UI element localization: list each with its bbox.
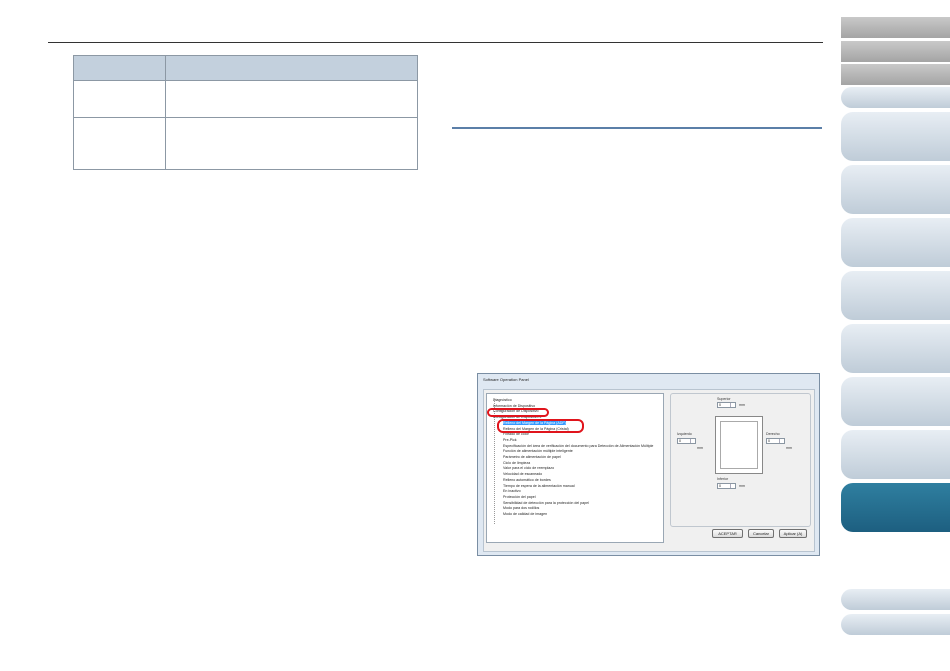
right-label: Derecho	[766, 432, 780, 436]
table-header-row	[73, 55, 418, 81]
table-cell	[165, 117, 418, 170]
bottom-unit: mm	[739, 484, 745, 488]
table-header-cell	[165, 55, 418, 81]
nav-tab-2[interactable]	[841, 41, 950, 62]
nav-tab-9[interactable]	[841, 324, 950, 373]
tree-item-setting[interactable]: Sensibilidad de detección para la protec…	[503, 501, 589, 505]
tree-item-category[interactable]: Diagnóstico	[493, 398, 512, 402]
software-operation-panel-window: Software Operation Panel Diagnóstico Info…	[477, 373, 820, 556]
tree-item-setting[interactable]: En inactivo	[503, 489, 521, 493]
window-body: Diagnóstico Información de Dispositivo Con…	[483, 389, 815, 552]
page-margin-outline	[720, 421, 758, 469]
table-row	[73, 117, 418, 170]
nav-tab-10[interactable]	[841, 377, 950, 426]
left-label: Izquierdo	[677, 432, 692, 436]
tree-item-setting[interactable]: Función de alimentación múltiple intelig…	[503, 449, 573, 453]
highlight-box-children	[497, 419, 584, 433]
nav-tab-5[interactable]	[841, 112, 950, 161]
top-margin-input[interactable]: 0	[717, 402, 736, 408]
window-title: Software Operation Panel	[483, 377, 529, 382]
nav-tab-11[interactable]	[841, 430, 950, 479]
tree-item-setting[interactable]: Pre-Pick	[503, 438, 517, 442]
bottom-margin-input[interactable]: 0	[717, 483, 736, 489]
tree-item-setting[interactable]: Tiempo de espera de la alimentación manu…	[503, 484, 575, 488]
nav-tab-4[interactable]	[841, 87, 950, 108]
tree-item-setting[interactable]: Ciclo de limpieza	[503, 461, 530, 465]
table-cell	[73, 80, 166, 118]
page-preview	[715, 416, 763, 474]
nav-tab-7[interactable]	[841, 218, 950, 267]
tree-item-setting[interactable]: Modo para dos rodillos	[503, 506, 539, 510]
section-rule	[452, 127, 822, 129]
tree-item-setting[interactable]: Parámetro de alimentación de papel	[503, 455, 561, 459]
tree-item-setting[interactable]: Velocidad de escaneado	[503, 472, 542, 476]
top-label: Superior	[717, 397, 731, 401]
right-unit: mm	[786, 446, 792, 450]
margin-panel: Superior 0 mm Izquierdo 0 mm Derecho 0 m…	[670, 393, 811, 527]
top-unit: mm	[739, 403, 745, 407]
bottom-label: Inferior	[717, 477, 729, 481]
nav-tab-1[interactable]	[841, 17, 950, 38]
tree-item-setting[interactable]: Protección del papel	[503, 495, 536, 499]
tree-item-setting[interactable]: Especificación del área de verificación …	[503, 444, 653, 448]
tree-item-setting[interactable]: Valor para el ciclo de reemplazo	[503, 466, 554, 470]
nav-tab-6[interactable]	[841, 165, 950, 214]
table-cell	[73, 117, 166, 170]
nav-tab-13[interactable]	[841, 589, 950, 610]
left-margin-input[interactable]: 0	[677, 438, 696, 444]
right-margin-input[interactable]: 0	[766, 438, 785, 444]
nav-tab-14[interactable]	[841, 614, 950, 635]
ok-button[interactable]: ACEPTAR	[712, 529, 743, 538]
info-table	[73, 55, 418, 170]
nav-tab-8[interactable]	[841, 271, 950, 320]
nav-tab-12-active[interactable]	[841, 483, 950, 532]
highlight-box-parent	[487, 408, 549, 417]
header-rule	[48, 42, 823, 43]
nav-tab-3[interactable]	[841, 64, 950, 85]
tree-item-setting[interactable]: Modo de calidad de imagen	[503, 512, 547, 516]
table-header-cell	[73, 55, 166, 81]
table-cell	[165, 80, 418, 118]
tree-item-setting[interactable]: Relleno automático de bordes	[503, 478, 551, 482]
table-row	[73, 80, 418, 118]
cancel-button[interactable]: Cancelar	[748, 529, 774, 538]
left-unit: mm	[697, 446, 703, 450]
apply-button[interactable]: Aplicar (A)	[779, 529, 807, 538]
